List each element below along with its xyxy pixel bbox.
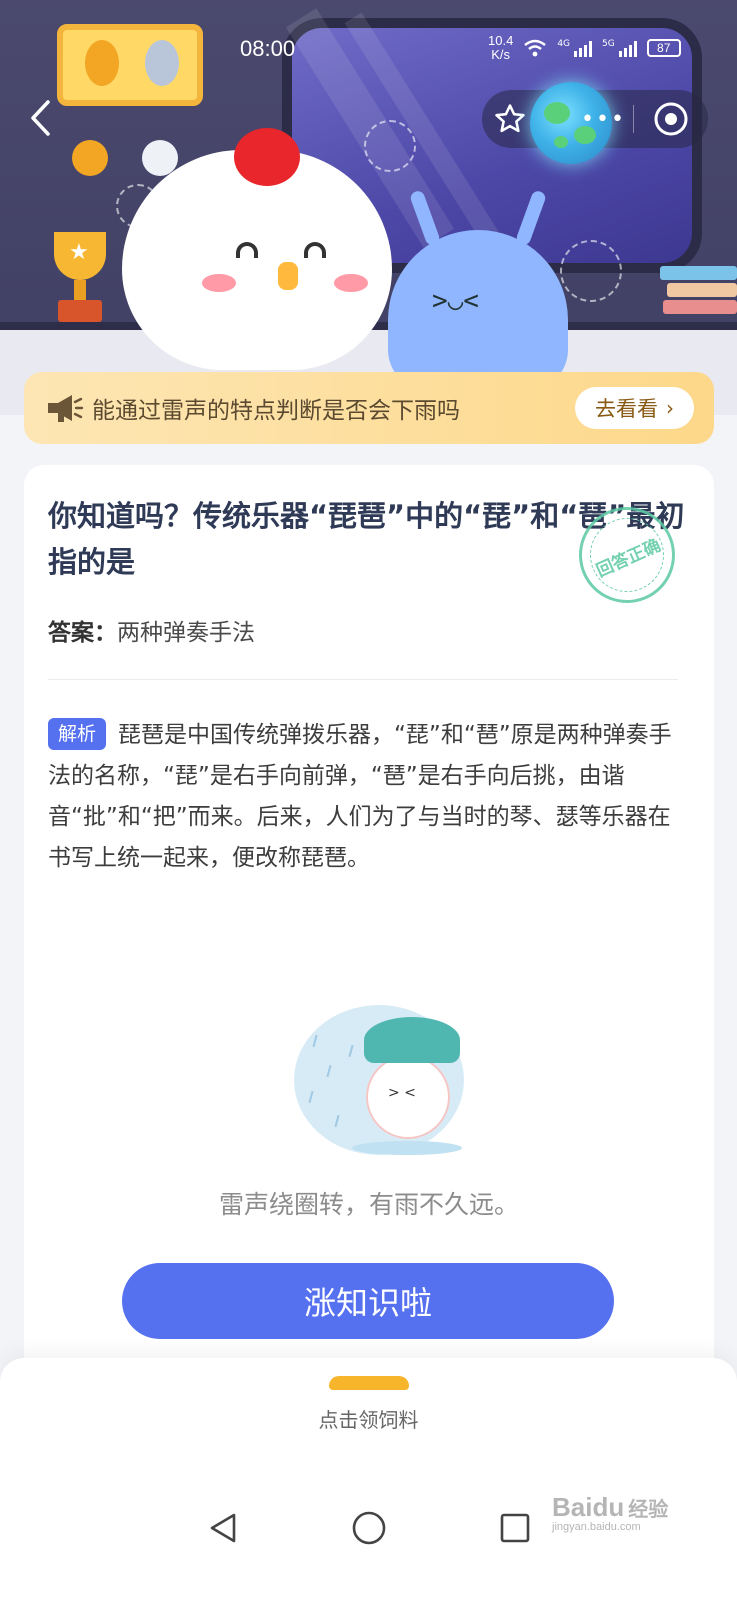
divider [48, 679, 678, 680]
go-see-label: 去看看 [595, 397, 658, 421]
analysis-block: 解析 琵琶是中国传统弹拨乐器，“琵”和“琶”原是两种弹奏手法的名称，“琵”是右手向… [48, 715, 678, 879]
medal-frame [57, 24, 203, 106]
status-icons: 10.4 K/s 4G 5G 87 [488, 32, 681, 64]
net-speed: 10.4 K/s [488, 33, 514, 62]
learned-button[interactable]: 涨知识啦 [122, 1263, 614, 1339]
more-button[interactable]: ••• [574, 90, 634, 148]
books-decoration [660, 266, 737, 326]
answer-row: 答案：两种弹奏手法 [48, 613, 255, 647]
battery-icon: 87 [646, 39, 681, 57]
answer-value: 两种弹奏手法 [117, 620, 255, 646]
feed-bottom-sheet[interactable]: 点击领饲料 [0, 1358, 737, 1600]
nav-recent-square-icon[interactable] [499, 1512, 531, 1544]
proverb-caption: 雷声绕圈转，有雨不久远。 [218, 1190, 519, 1219]
chevron-right-icon: › [666, 396, 674, 420]
cell-signal-5g-icon: 5G [602, 39, 637, 57]
nav-back-triangle-icon[interactable] [206, 1511, 240, 1545]
claim-feed-label[interactable]: 点击领饲料 [0, 1404, 737, 1433]
banner-text: 能通过雷声的特点判断是否会下雨吗 [92, 398, 460, 424]
rain-chick-illustration: > < [274, 995, 474, 1165]
go-see-button[interactable]: 去看看 › [575, 387, 694, 429]
nav-home-circle-icon[interactable] [351, 1510, 387, 1546]
sheet-handle[interactable] [329, 1376, 409, 1390]
mini-program-capsule: ••• [482, 90, 708, 148]
answer-label: 答案： [48, 620, 117, 646]
star-outline-icon [495, 104, 525, 133]
back-button[interactable] [22, 96, 58, 140]
chicken-mascot [122, 128, 392, 370]
analysis-tag: 解析 [48, 718, 107, 750]
status-time: 08:00 [240, 36, 296, 61]
more-dots-icon: ••• [580, 106, 626, 132]
trophy-icon: ★ [44, 232, 116, 328]
wifi-icon [524, 39, 547, 57]
megaphone-icon [48, 395, 84, 422]
cell-signal-4g-icon: 4G [557, 39, 593, 57]
target-circle-icon [654, 102, 688, 136]
analysis-text: 琵琶是中国传统弹拨乐器，“琵”和“琶”原是两种弹奏手法的名称，“琵”是右手向前弹… [48, 722, 672, 871]
close-miniprogram-button[interactable] [634, 90, 708, 148]
baidu-watermark: Baidu 经验 jingyan.baidu.com [552, 1492, 669, 1533]
gold-medal-icon [72, 140, 108, 176]
answer-card: 你知道吗？传统乐器“琵琶”中的“琵”和“琶”最初指的是 回答正确 答案：两种弹奏… [24, 465, 714, 1395]
chevron-left-icon [31, 100, 50, 136]
topic-banner[interactable]: 能通过雷声的特点判断是否会下雨吗 去看看 › [24, 372, 714, 444]
